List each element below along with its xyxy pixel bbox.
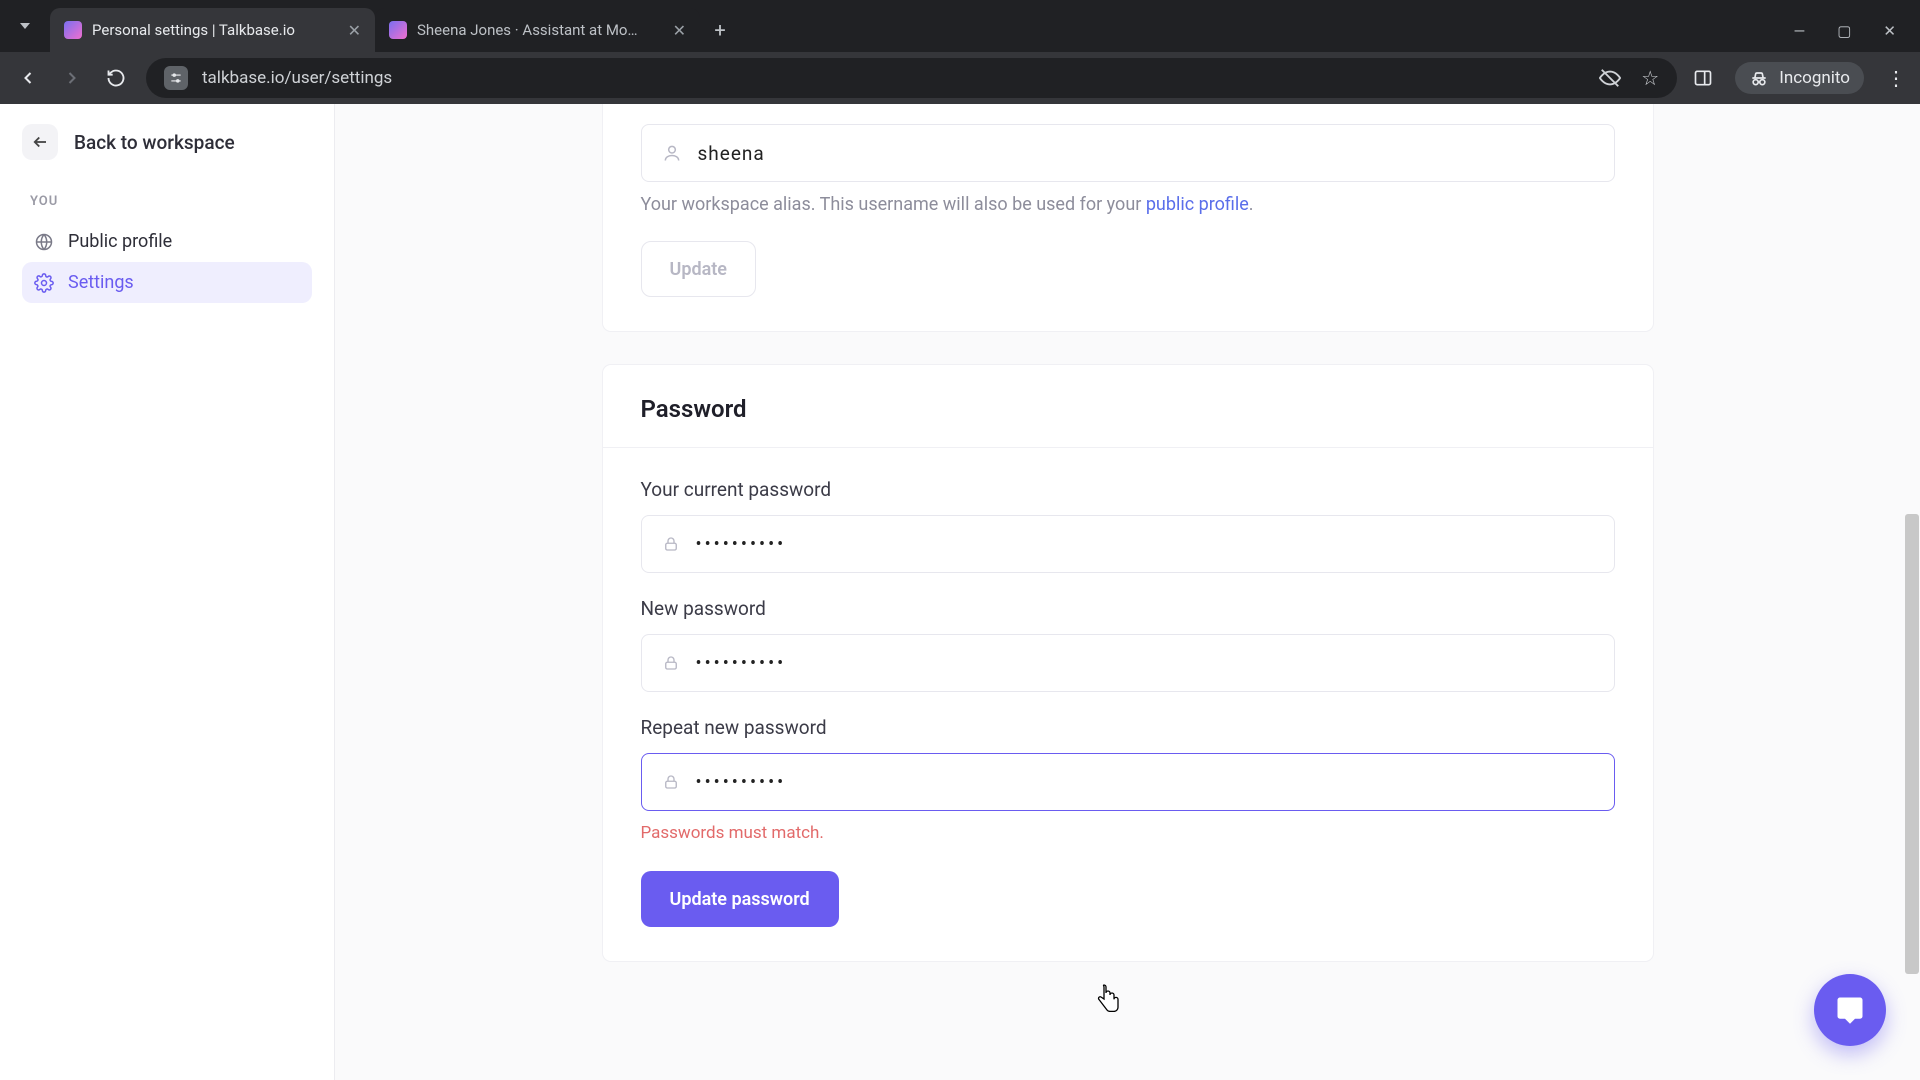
toolbar-right: Incognito ⋮ <box>1693 62 1906 94</box>
sidebar-item-public-profile[interactable]: Public profile <box>22 221 312 262</box>
username-helper: Your workspace alias. This username will… <box>641 194 1615 215</box>
titlebar: Personal settings | Talkbase.io ✕ Sheena… <box>0 0 1920 52</box>
password-card: Password Your current password New passw… <box>603 365 1653 961</box>
update-password-button[interactable]: Update password <box>641 871 839 927</box>
tab-active[interactable]: Personal settings | Talkbase.io ✕ <box>50 8 375 52</box>
back-label: Back to workspace <box>74 131 235 154</box>
incognito-chip[interactable]: Incognito <box>1735 62 1864 94</box>
arrow-left-icon <box>18 68 38 88</box>
window-controls: ― ▢ ✕ <box>1794 22 1920 52</box>
new-tab-button[interactable]: + <box>700 8 740 52</box>
incognito-label: Incognito <box>1779 68 1850 88</box>
tab-title: Personal settings | Talkbase.io <box>92 21 338 39</box>
site-info-icon[interactable] <box>164 66 188 90</box>
back-button[interactable] <box>14 64 42 92</box>
main-scroll[interactable]: Your workspace alias. This username will… <box>335 104 1920 1080</box>
omnibox[interactable]: talkbase.io/user/settings ☆ <box>146 58 1677 98</box>
current-password-input[interactable] <box>696 534 1594 555</box>
minimize-button[interactable]: ― <box>1794 22 1806 40</box>
sidebar-item-settings[interactable]: Settings <box>22 262 312 303</box>
repeat-password-label: Repeat new password <box>641 716 1615 739</box>
helper-text: . <box>1249 194 1254 215</box>
eye-off-icon[interactable] <box>1599 67 1621 89</box>
bookmark-icon[interactable]: ☆ <box>1641 66 1659 90</box>
maximize-button[interactable]: ▢ <box>1837 22 1851 40</box>
back-icon-button[interactable] <box>22 124 58 160</box>
scrollbar-thumb[interactable] <box>1905 514 1919 974</box>
back-to-workspace[interactable]: Back to workspace <box>22 124 312 160</box>
arrow-right-icon <box>62 68 82 88</box>
new-password-input[interactable] <box>696 653 1594 674</box>
sidebar-item-label: Public profile <box>68 231 172 252</box>
repeat-password-field[interactable] <box>641 753 1615 811</box>
tab-inactive[interactable]: Sheena Jones · Assistant at Mo… ✕ <box>375 8 700 52</box>
tab-title: Sheena Jones · Assistant at Mo… <box>417 21 663 39</box>
favicon-icon <box>64 21 82 39</box>
update-username-button[interactable]: Update <box>641 241 756 297</box>
kebab-menu-icon[interactable]: ⋮ <box>1886 66 1906 90</box>
app-root: Back to workspace YOU Public profile Set… <box>0 104 1920 1080</box>
main-area: Your workspace alias. This username will… <box>335 104 1920 1080</box>
lock-icon <box>662 773 680 791</box>
public-profile-link[interactable]: public profile <box>1146 194 1249 215</box>
browser-chrome: Personal settings | Talkbase.io ✕ Sheena… <box>0 0 1920 104</box>
username-field[interactable] <box>641 124 1615 182</box>
omnibox-right: ☆ <box>1599 66 1659 90</box>
forward-button[interactable] <box>58 64 86 92</box>
new-password-label: New password <box>641 597 1615 620</box>
helper-text: Your workspace alias. This username will… <box>641 194 1146 215</box>
current-password-label: Your current password <box>641 478 1615 501</box>
reload-icon <box>106 68 126 88</box>
password-error-text: Passwords must match. <box>641 823 1615 843</box>
address-text: talkbase.io/user/settings <box>202 68 1585 88</box>
side-panel-icon[interactable] <box>1693 68 1713 88</box>
toolbar: talkbase.io/user/settings ☆ Incognito ⋮ <box>0 52 1920 104</box>
current-password-field[interactable] <box>641 515 1615 573</box>
user-icon <box>662 143 682 163</box>
reload-button[interactable] <box>102 64 130 92</box>
repeat-password-input[interactable] <box>696 772 1594 793</box>
lock-icon <box>662 535 680 553</box>
settings-column: Your workspace alias. This username will… <box>603 104 1653 1080</box>
lock-icon <box>662 654 680 672</box>
username-input[interactable] <box>698 142 1594 165</box>
password-section-title: Password <box>603 365 1653 447</box>
close-tab-icon[interactable]: ✕ <box>673 21 686 40</box>
arrow-left-icon <box>31 133 49 151</box>
sidebar-item-label: Settings <box>68 272 134 293</box>
close-tab-icon[interactable]: ✕ <box>348 21 361 40</box>
incognito-icon <box>1749 68 1769 88</box>
tab-strip: Personal settings | Talkbase.io ✕ Sheena… <box>50 0 740 52</box>
chevron-down-icon <box>20 23 30 29</box>
tune-icon <box>169 71 183 85</box>
new-password-field[interactable] <box>641 634 1615 692</box>
sidebar-group-label: YOU <box>30 194 304 209</box>
gear-icon <box>34 273 54 293</box>
chat-icon <box>1835 995 1865 1025</box>
username-card: Your workspace alias. This username will… <box>603 104 1653 331</box>
favicon-icon <box>389 21 407 39</box>
close-window-button[interactable]: ✕ <box>1883 22 1896 40</box>
tab-search-button[interactable] <box>0 0 50 52</box>
globe-icon <box>34 232 54 252</box>
sidebar: Back to workspace YOU Public profile Set… <box>0 104 335 1080</box>
help-chat-button[interactable] <box>1814 974 1886 1046</box>
scrollbar-track[interactable] <box>1903 104 1919 1080</box>
